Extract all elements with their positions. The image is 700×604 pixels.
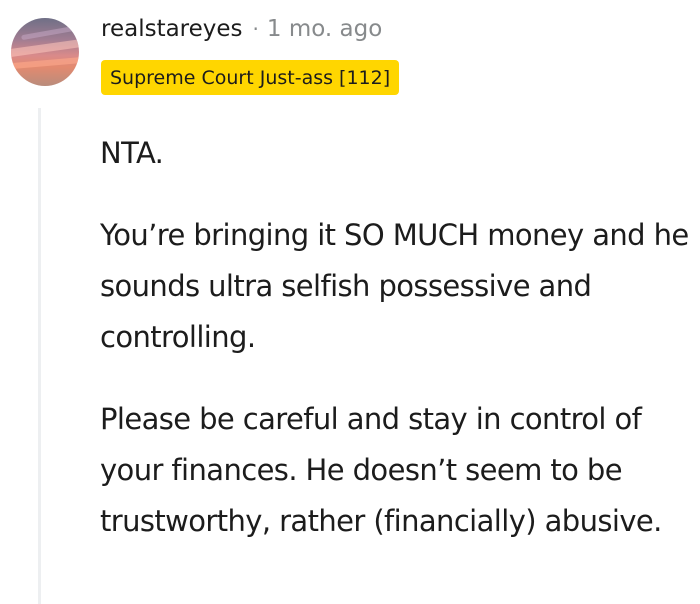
- meta-separator: ·: [252, 17, 259, 41]
- avatar-decoration: [11, 56, 79, 70]
- comment-paragraph: You’re bringing it SO MUCH money and he …: [100, 218, 689, 354]
- comment-meta: realstareyes · 1 mo. ago: [101, 12, 382, 46]
- comment-timestamp[interactable]: 1 mo. ago: [267, 16, 382, 42]
- avatar-decoration: [21, 24, 79, 41]
- user-flair: Supreme Court Just-ass [112]: [101, 60, 400, 95]
- thread-collapse-line[interactable]: [38, 108, 41, 604]
- user-avatar[interactable]: [11, 18, 79, 86]
- comment-body: NTA. You’re bringing it SO MUCH money an…: [100, 128, 692, 547]
- avatar-decoration: [11, 37, 79, 59]
- comment-paragraph: Please be careful and stay in control of…: [100, 402, 662, 538]
- comment-paragraph: NTA.: [100, 136, 164, 170]
- comment-username[interactable]: realstareyes: [101, 16, 243, 42]
